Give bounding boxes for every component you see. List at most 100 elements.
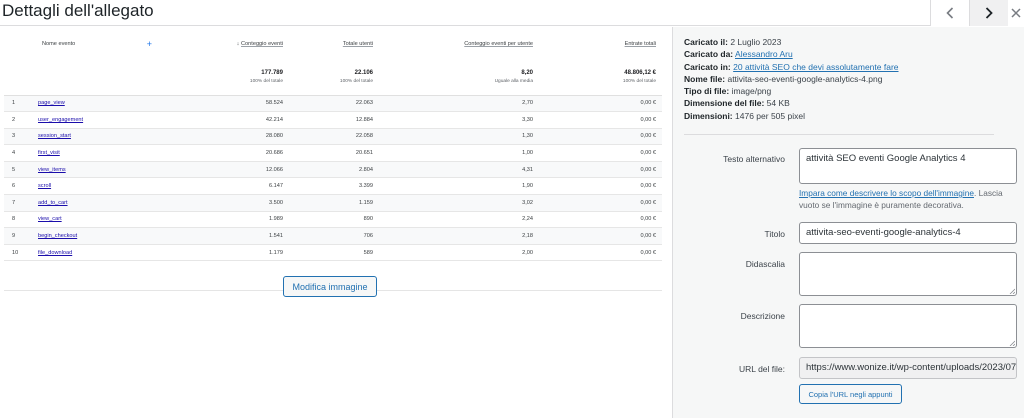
alt-text-label: Testo alternativo — [723, 154, 785, 164]
uploaded-in-link[interactable]: 20 attività SEO che devi assolutamente f… — [733, 62, 898, 72]
file-url-field[interactable]: https://www.wonize.it/wp-content/uploads… — [799, 357, 1017, 379]
cell-revenue: 0,00 € — [539, 128, 662, 146]
row-index: 7 — [12, 199, 16, 206]
table-row: 6 scroll 6.147 3.399 1,90 0,00 € — [4, 177, 662, 196]
alt-text-help: Impara come descrivere lo scopo dell'imm… — [799, 188, 1003, 210]
count-per-user: 4,31 — [522, 166, 533, 173]
cell-revenue: 0,00 € — [539, 211, 662, 229]
attachment-details-sidebar: Caricato il: 2 Luglio 2023 Caricato da: … — [672, 27, 1024, 418]
table-row: 4 first_visit 20.686 20.651 1,00 0,00 € — [4, 144, 662, 162]
event-name-link[interactable]: file_download — [38, 250, 72, 256]
caption-label: Didascalia — [745, 259, 785, 269]
column-header-count-per-user: Conteggio eventi per utente — [464, 41, 533, 47]
row-index: 9 — [12, 233, 16, 240]
cell-count-per-user: 1,90 — [379, 177, 539, 196]
close-icon — [1011, 8, 1021, 18]
description-label: Descrizione — [740, 311, 785, 321]
file-name: Nome file: attivita-seo-eventi-google-an… — [684, 73, 883, 84]
count-per-user: 3,30 — [522, 116, 533, 123]
previous-button[interactable] — [930, 0, 969, 26]
event-name-link[interactable]: page_view — [38, 100, 65, 106]
table-row: 3 session_start 28.080 22.058 1,30 0,00 € — [4, 128, 662, 146]
edit-image-button[interactable]: Modifica immagine — [283, 276, 377, 297]
close-button[interactable] — [1008, 0, 1024, 26]
resize-handle-icon[interactable] — [1009, 288, 1015, 294]
total-users: 706 — [363, 233, 373, 240]
file-metadata: Caricato il: 2 Luglio 2023 Caricato da: … — [684, 36, 899, 122]
cell-total-users: 12.884 — [289, 111, 379, 129]
copy-url-button[interactable]: Copia l'URL negli appunti — [799, 384, 902, 404]
column-header-event-count: ↓ Conteggio eventi — [236, 41, 283, 47]
count-per-user: 3,02 — [522, 199, 533, 206]
cell-event-name-link: scroll — [34, 177, 164, 196]
table-row: 10 file_download 1.179 589 2,00 0,00 € — [4, 244, 662, 262]
event-name-link[interactable]: view_cart — [38, 216, 62, 222]
event-name-link[interactable]: scroll — [38, 183, 51, 189]
cell-event-name-link: page_view — [34, 95, 164, 113]
total-users: 3.399 — [359, 183, 373, 190]
uploaded-by: Caricato da: Alessandro Aru — [684, 49, 793, 60]
cell-row-index: 10 — [4, 244, 34, 262]
event-name-link[interactable]: session_start — [38, 133, 71, 139]
cell-revenue: 0,00 € — [539, 227, 662, 245]
description-field[interactable] — [799, 304, 1017, 348]
revenue: 0,00 € — [640, 216, 656, 223]
alt-text-field[interactable]: attività SEO eventi Google Analytics 4 — [799, 148, 1017, 184]
attachment-preview: Nome evento + ↓ Conteggio eventi Totale … — [0, 27, 672, 418]
count-per-user: 2,18 — [522, 233, 533, 240]
event-name-link[interactable]: begin_checkout — [38, 233, 77, 239]
cell-event-count: 12.066 — [164, 161, 289, 179]
row-index: 2 — [12, 116, 16, 123]
cell-total-users: 890 — [289, 211, 379, 229]
row-index: 3 — [12, 133, 16, 140]
table-row: 1 page_view 58.524 22.063 2,70 0,00 € — [4, 95, 662, 113]
cell-revenue: 0,00 € — [539, 161, 662, 179]
revenue: 0,00 € — [640, 199, 656, 206]
cell-total-users: 22.058 — [289, 128, 379, 146]
modal-header: Dettagli dell'allegato — [0, 0, 1024, 26]
uploaded-by-link[interactable]: Alessandro Aru — [735, 49, 793, 59]
cell-event-name-link: begin_checkout — [34, 227, 164, 245]
caption-field[interactable] — [799, 252, 1017, 296]
ga-events-table: Nome evento + ↓ Conteggio eventi Totale … — [4, 37, 662, 262]
total-users: 22.063 — [355, 100, 373, 107]
count-per-user: 1,90 — [522, 183, 533, 190]
event-count: 1.541 — [269, 233, 283, 240]
total-users: 12.884 — [355, 116, 373, 123]
next-button[interactable] — [969, 0, 1008, 26]
total-users: 20.651 — [355, 150, 373, 157]
cell-revenue: 0,00 € — [539, 194, 662, 212]
event-name-link[interactable]: add_to_cart — [38, 200, 68, 206]
preview-image: Nome evento + ↓ Conteggio eventi Totale … — [4, 37, 662, 291]
cell-event-count: 20.686 — [164, 144, 289, 162]
cell-total-users: 20.651 — [289, 144, 379, 162]
event-count: 6.147 — [269, 183, 283, 190]
cell-event-name-link: file_download — [34, 244, 164, 262]
cell-event-count: 1.989 — [164, 211, 289, 229]
revenue: 0,00 € — [640, 166, 656, 173]
cell-event-count: 58.524 — [164, 95, 289, 113]
event-name-link[interactable]: first_visit — [38, 150, 60, 156]
row-index: 6 — [12, 183, 16, 190]
table-row: 9 begin_checkout 1.541 706 2,18 0,00 € — [4, 227, 662, 245]
event-name-link[interactable]: user_engagement — [38, 117, 83, 123]
file-url-label: URL del file: — [739, 364, 785, 374]
row-index: 5 — [12, 166, 16, 173]
cell-revenue: 0,00 € — [539, 244, 662, 262]
total-event-count: 177.789 — [261, 70, 283, 76]
event-name-link[interactable]: view_items — [38, 167, 66, 173]
cell-row-index: 6 — [4, 177, 34, 196]
alt-text-help-link[interactable]: Impara come descrivere lo scopo dell'imm… — [799, 188, 974, 198]
cell-event-name-link: first_visit — [34, 144, 164, 162]
cell-count-per-user: 4,31 — [379, 161, 539, 179]
cell-revenue: 0,00 € — [539, 177, 662, 196]
table-row: 5 view_items 12.066 2.804 4,31 0,00 € — [4, 161, 662, 179]
event-count: 28.080 — [265, 133, 283, 140]
resize-handle-icon[interactable] — [1009, 340, 1015, 346]
cell-count-per-user: 3,30 — [379, 111, 539, 129]
row-index: 1 — [12, 100, 16, 107]
total-count-per-user: 8,20 — [521, 70, 533, 76]
title-label: Titolo — [764, 229, 785, 239]
title-field[interactable]: attivita-seo-eventi-google-analytics-4 — [799, 222, 1017, 244]
table-row: 7 add_to_cart 3.500 1.159 3,02 0,00 € — [4, 194, 662, 212]
